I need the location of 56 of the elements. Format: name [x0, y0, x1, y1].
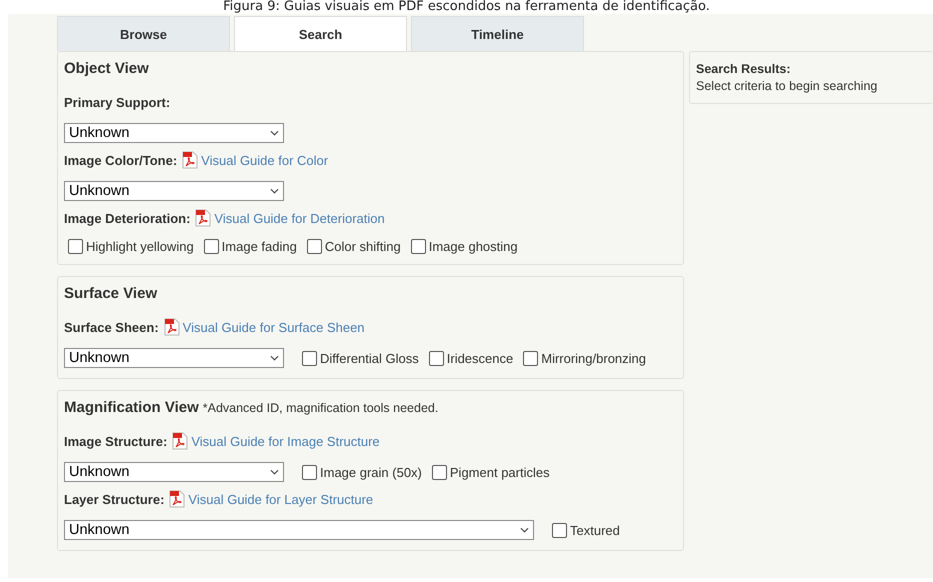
field-label: Image Deterioration:	[64, 210, 190, 226]
pdf-icon	[182, 151, 198, 169]
guide-link[interactable]: Visual Guide for Image Structure	[191, 434, 380, 448]
checkbox-label: Textured	[570, 522, 620, 538]
pdf-icon	[169, 490, 186, 508]
checkbox-label: Differential Gloss	[320, 350, 419, 366]
results-message: Select criteria to begin searching	[696, 79, 878, 93]
tab[interactable]: Timeline	[411, 16, 584, 51]
checkbox[interactable]	[432, 464, 447, 480]
figure-caption: Figura 9: Guias visuais em PDF escondidos na ferramenta de identificação.	[222, 0, 711, 14]
field-label: Layer Structure:	[64, 492, 164, 506]
section-title: Magnification View	[64, 399, 199, 416]
checkbox[interactable]	[306, 239, 322, 254]
dropdown[interactable]: Unknown	[64, 348, 284, 368]
chevron-icon	[270, 355, 279, 361]
field-label: Surface Sheen:	[64, 320, 159, 334]
pdf-icon	[164, 318, 180, 336]
chevron-icon	[270, 188, 279, 194]
field-label: Primary Support:	[64, 94, 170, 110]
checkbox-label: Pigment particles	[450, 464, 550, 480]
dropdown[interactable]: Unknown	[64, 181, 284, 201]
checkbox-label: Image ghosting	[428, 239, 518, 254]
checkbox-label: Iridescence	[446, 350, 514, 366]
tab[interactable]: Search	[234, 16, 407, 51]
checkbox-label: Image grain (50x)	[320, 464, 422, 480]
checkbox[interactable]	[410, 239, 426, 254]
pdf-icon	[195, 209, 212, 227]
field-label: Image Color/Tone:	[64, 152, 178, 168]
checkbox[interactable]	[428, 350, 444, 366]
checkbox-label: Image fading	[222, 239, 297, 254]
checkbox[interactable]	[204, 239, 219, 254]
guide-link[interactable]: Visual Guide for Color	[201, 152, 328, 168]
checkbox-label: Highlight yellowing	[86, 239, 194, 254]
chevron-icon	[270, 130, 279, 136]
dropdown[interactable]: Unknown	[64, 520, 534, 540]
checkbox[interactable]	[302, 350, 317, 366]
chevron-icon	[270, 469, 279, 475]
field-label: Image Structure:	[64, 434, 168, 448]
checkbox-label: Mirroring/bronzing	[541, 350, 646, 366]
dropdown[interactable]: Unknown	[64, 462, 284, 482]
pdf-icon	[172, 432, 188, 450]
checkbox[interactable]	[523, 350, 538, 366]
guide-link[interactable]: Visual Guide for Layer Structure	[188, 492, 374, 506]
tab[interactable]: Browse	[57, 16, 230, 51]
guide-link[interactable]: Visual Guide for Deterioration	[214, 210, 385, 226]
dropdown[interactable]: Unknown	[64, 123, 284, 143]
results-title: Search Results:	[696, 62, 792, 76]
chevron-icon	[520, 527, 529, 533]
section-title: Surface View	[64, 285, 158, 302]
checkbox[interactable]	[302, 464, 317, 480]
guide-link[interactable]: Visual Guide for Surface Sheen	[182, 320, 365, 334]
checkbox[interactable]	[552, 522, 567, 538]
checkbox[interactable]	[68, 239, 83, 254]
checkbox-label: Color shifting	[324, 239, 401, 254]
section-title: Object View	[64, 60, 149, 77]
section-note: *Advanced ID, magnification tools needed.	[202, 401, 438, 415]
